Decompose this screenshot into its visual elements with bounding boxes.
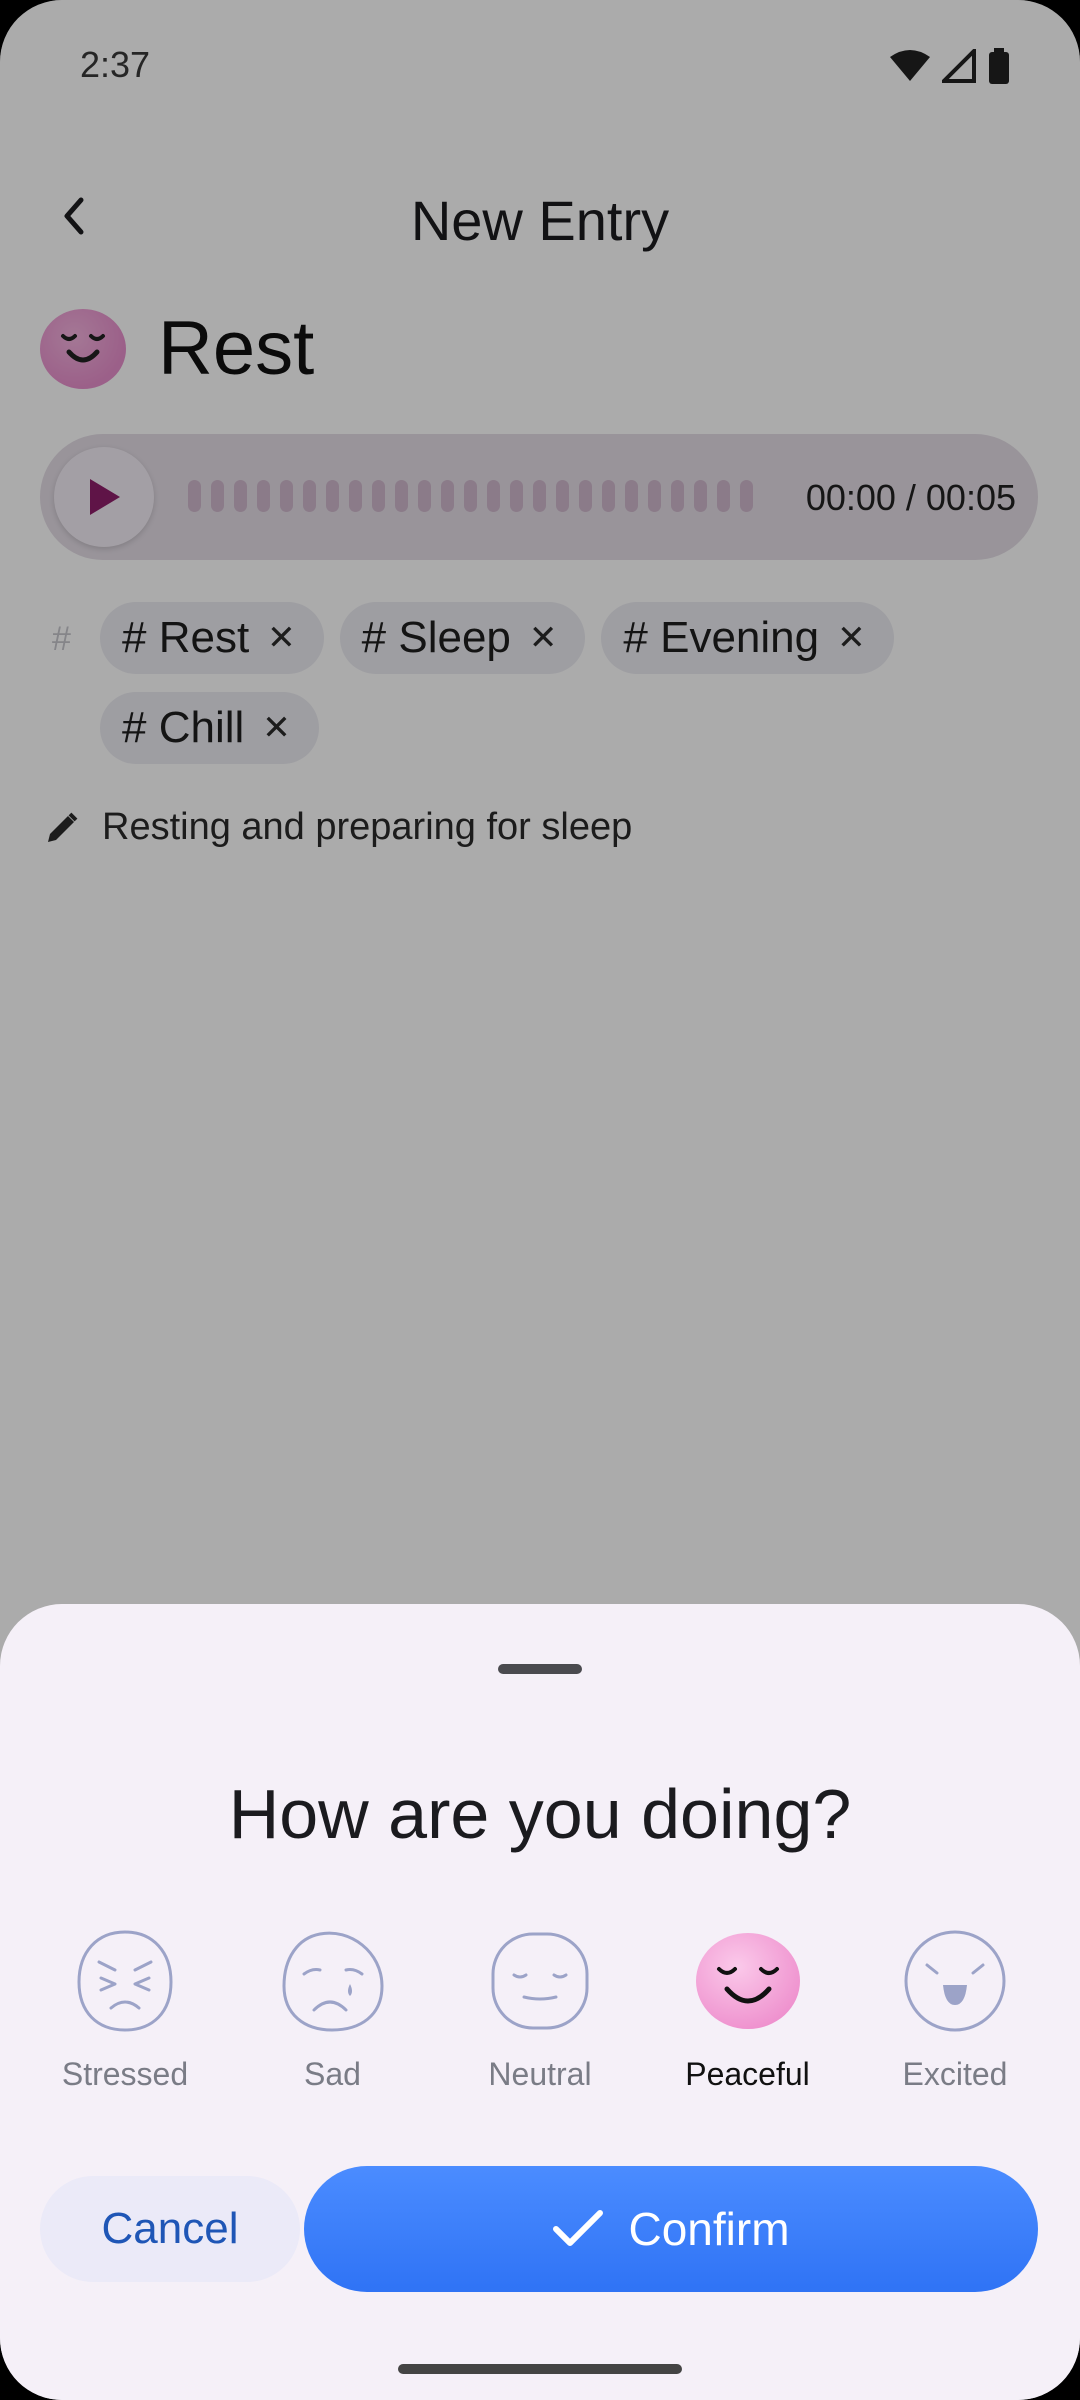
sheet-title: How are you doing? — [228, 1775, 852, 1853]
mood-selector: Stressed Sad Neutral Peaceful Excited — [30, 1926, 1050, 2093]
neutral-face-icon — [485, 1926, 595, 2036]
stressed-face-icon — [70, 1926, 180, 2036]
mood-bottom-sheet: How are you doing? Stressed Sad Neutral … — [0, 1604, 1080, 2400]
cancel-button[interactable]: Cancel — [40, 2176, 300, 2282]
mood-option-stressed[interactable]: Stressed — [30, 1926, 220, 2093]
excited-face-icon — [900, 1926, 1010, 2036]
sheet-actions: Cancel Confirm — [40, 2166, 1038, 2292]
check-icon — [552, 2209, 604, 2249]
gesture-navigation-bar[interactable] — [398, 2364, 682, 2374]
peaceful-face-icon — [693, 1926, 803, 2036]
mood-option-neutral[interactable]: Neutral — [445, 1926, 635, 2093]
mood-option-excited[interactable]: Excited — [860, 1926, 1050, 2093]
mood-option-peaceful[interactable]: Peaceful — [653, 1926, 843, 2093]
drag-handle[interactable] — [498, 1664, 582, 1674]
mood-option-sad[interactable]: Sad — [238, 1926, 428, 2093]
phone-screen: 2:37 New Entry Rest 00:00 / 00:05 # # Re… — [0, 0, 1080, 2400]
sad-face-icon — [278, 1926, 388, 2036]
mood-label: Stressed — [61, 2056, 189, 2092]
mood-label: Excited — [902, 2056, 1008, 2092]
mood-label: Sad — [304, 2056, 361, 2092]
confirm-button[interactable]: Confirm — [304, 2166, 1038, 2292]
confirm-label: Confirm — [628, 2203, 790, 2255]
mood-label: Neutral — [488, 2056, 592, 2092]
mood-label: Peaceful — [685, 2056, 810, 2092]
